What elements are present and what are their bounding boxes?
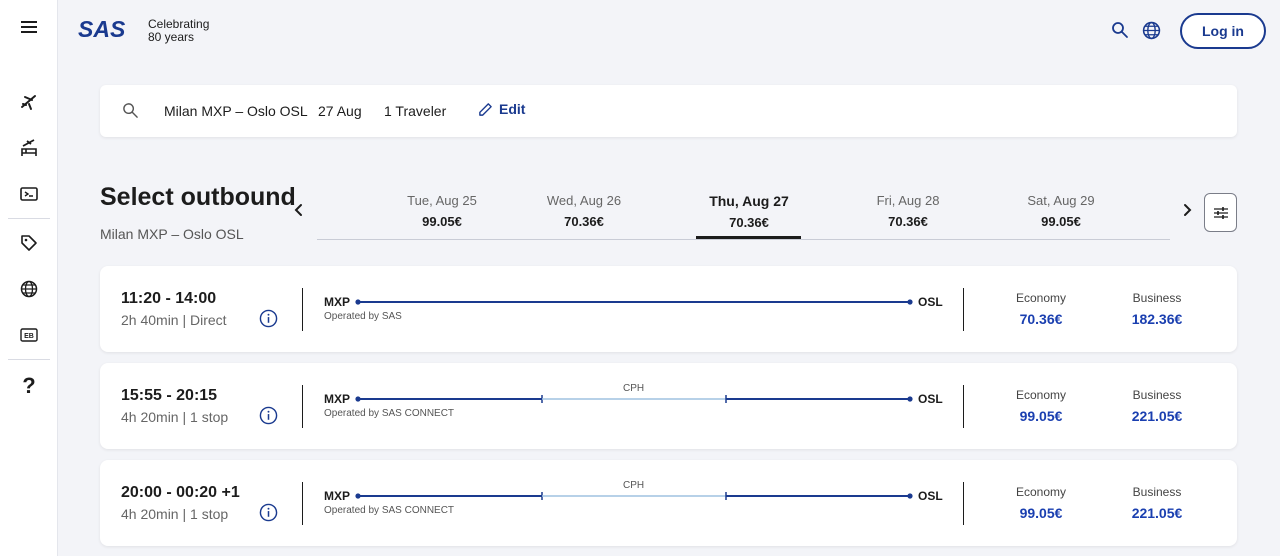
help-icon[interactable]: ? [17, 373, 41, 398]
info-icon[interactable] [259, 309, 278, 333]
route-line [355, 395, 913, 403]
selected-indicator [696, 236, 801, 239]
divider [302, 482, 303, 525]
tagline: Celebrating 80 years [148, 18, 209, 44]
economy-price[interactable]: 99.05€ [996, 505, 1086, 521]
menu-icon[interactable] [17, 15, 41, 39]
flight-card[interactable]: 11:20 - 14:00 2h 40min | Direct MXP OSL … [100, 266, 1237, 352]
chevron-right-icon[interactable] [1180, 202, 1194, 223]
stops-text: Direct [190, 312, 227, 328]
business-label: Business [1132, 485, 1182, 499]
divider [302, 385, 303, 428]
destination-code: OSL [918, 295, 943, 309]
economy-price[interactable]: 70.36€ [996, 311, 1086, 327]
date-tab[interactable]: Wed, Aug 26 70.36€ [514, 193, 654, 229]
economy-label: Economy [1015, 291, 1067, 305]
flight-times: 11:20 - 14:00 [121, 290, 217, 307]
chevron-left-icon[interactable] [292, 202, 306, 223]
date-price: 70.36€ [564, 214, 604, 229]
info-icon[interactable] [259, 406, 278, 430]
summary-date: 27 Aug [318, 103, 362, 119]
route-line [355, 299, 913, 305]
edit-search-button[interactable]: Edit [478, 101, 525, 117]
page-title: Select outbound [100, 183, 296, 211]
search-icon[interactable] [1111, 21, 1129, 44]
flight-card[interactable]: 20:00 - 00:20 +1 4h 20min | 1 stop MXP C… [100, 460, 1237, 546]
operator: Operated by SAS CONNECT [324, 408, 455, 419]
route-subtitle: Milan MXP – Oslo OSL [100, 226, 244, 242]
rail-divider [8, 218, 50, 219]
stops-text: 1 stop [190, 409, 229, 425]
origin-code: MXP [324, 392, 351, 406]
search-summary-bar[interactable]: Milan MXP – Oslo OSL 27 Aug 1 Traveler E… [100, 85, 1237, 137]
business-label: Business [1132, 291, 1182, 305]
operator: Operated by SAS [324, 311, 402, 322]
economy-label: Economy [1015, 388, 1067, 402]
origin-code: MXP [324, 295, 351, 309]
filter-button[interactable] [1204, 193, 1237, 232]
ticket-icon[interactable] [17, 182, 41, 206]
economy-label: Economy [1015, 485, 1067, 499]
globe-icon[interactable] [17, 277, 41, 301]
origin-code: MXP [324, 489, 351, 503]
duration-text: 2h 40min [121, 312, 179, 328]
language-globe-icon[interactable] [1142, 21, 1161, 45]
business-price[interactable]: 221.05€ [1112, 408, 1202, 424]
eurobonus-label: EB [24, 333, 34, 340]
summary-travelers: 1 Traveler [384, 103, 447, 119]
date-label: Sat, Aug 29 [1027, 193, 1095, 208]
destination-code: OSL [918, 489, 943, 503]
sas-logo[interactable]: SAS [78, 16, 130, 45]
top-header: SAS Celebrating 80 years Log in [58, 0, 1280, 62]
date-price: 99.05€ [422, 214, 462, 229]
tag-icon[interactable] [17, 231, 41, 255]
stops-text: 1 stop [190, 506, 229, 522]
tagline-line2: 80 years [148, 30, 195, 44]
date-label: Tue, Aug 25 [407, 193, 477, 208]
date-tab[interactable]: Tue, Aug 25 99.05€ [372, 193, 512, 229]
divider [963, 288, 964, 331]
date-label: Wed, Aug 26 [546, 193, 622, 208]
flight-card[interactable]: 15:55 - 20:15 4h 20min | 1 stop MXP CPH … [100, 363, 1237, 449]
date-price: 99.05€ [1041, 214, 1081, 229]
business-label: Business [1132, 388, 1182, 402]
flight-icon[interactable] [17, 90, 41, 114]
destination-code: OSL [918, 392, 943, 406]
search-icon [122, 102, 139, 124]
route-line [355, 492, 913, 500]
date-tab[interactable]: Sat, Aug 29 99.05€ [991, 193, 1131, 229]
duration-text: 4h 20min [121, 506, 179, 522]
date-price: 70.36€ [729, 215, 769, 230]
login-button[interactable]: Log in [1180, 13, 1266, 49]
divider [963, 482, 964, 525]
flight-times: 20:00 - 00:20 +1 [121, 484, 240, 501]
date-label: Fri, Aug 28 [876, 193, 940, 208]
flight-times: 15:55 - 20:15 [121, 387, 218, 404]
info-icon[interactable] [259, 503, 278, 527]
business-price[interactable]: 221.05€ [1112, 505, 1202, 521]
date-label: Thu, Aug 27 [709, 193, 789, 209]
eurobonus-icon[interactable]: EB [17, 323, 41, 347]
pencil-icon [479, 102, 492, 116]
economy-price[interactable]: 99.05€ [996, 408, 1086, 424]
duration-text: 4h 20min [121, 409, 179, 425]
flight-duration: 4h 20min | 1 stop [121, 409, 229, 425]
logo-text: SAS [78, 18, 126, 40]
business-price[interactable]: 182.36€ [1112, 311, 1202, 327]
date-price: 70.36€ [888, 214, 928, 229]
flight-duration: 4h 20min | 1 stop [121, 506, 229, 522]
date-selector: Tue, Aug 25 99.05€ Wed, Aug 26 70.36€ Th… [317, 185, 1170, 240]
summary-route: Milan MXP – Oslo OSL [164, 103, 308, 119]
divider [302, 288, 303, 331]
sliders-icon [1213, 206, 1228, 219]
operator: Operated by SAS CONNECT [324, 505, 455, 516]
date-tab-selected[interactable]: Thu, Aug 27 70.36€ [679, 193, 819, 239]
left-rail: EB ? [0, 0, 58, 556]
divider [963, 385, 964, 428]
rail-divider [8, 359, 50, 360]
flight-hotel-icon[interactable] [17, 136, 41, 160]
date-tab[interactable]: Fri, Aug 28 70.36€ [838, 193, 978, 229]
edit-label: Edit [499, 101, 526, 117]
flight-duration: 2h 40min | Direct [121, 312, 227, 328]
